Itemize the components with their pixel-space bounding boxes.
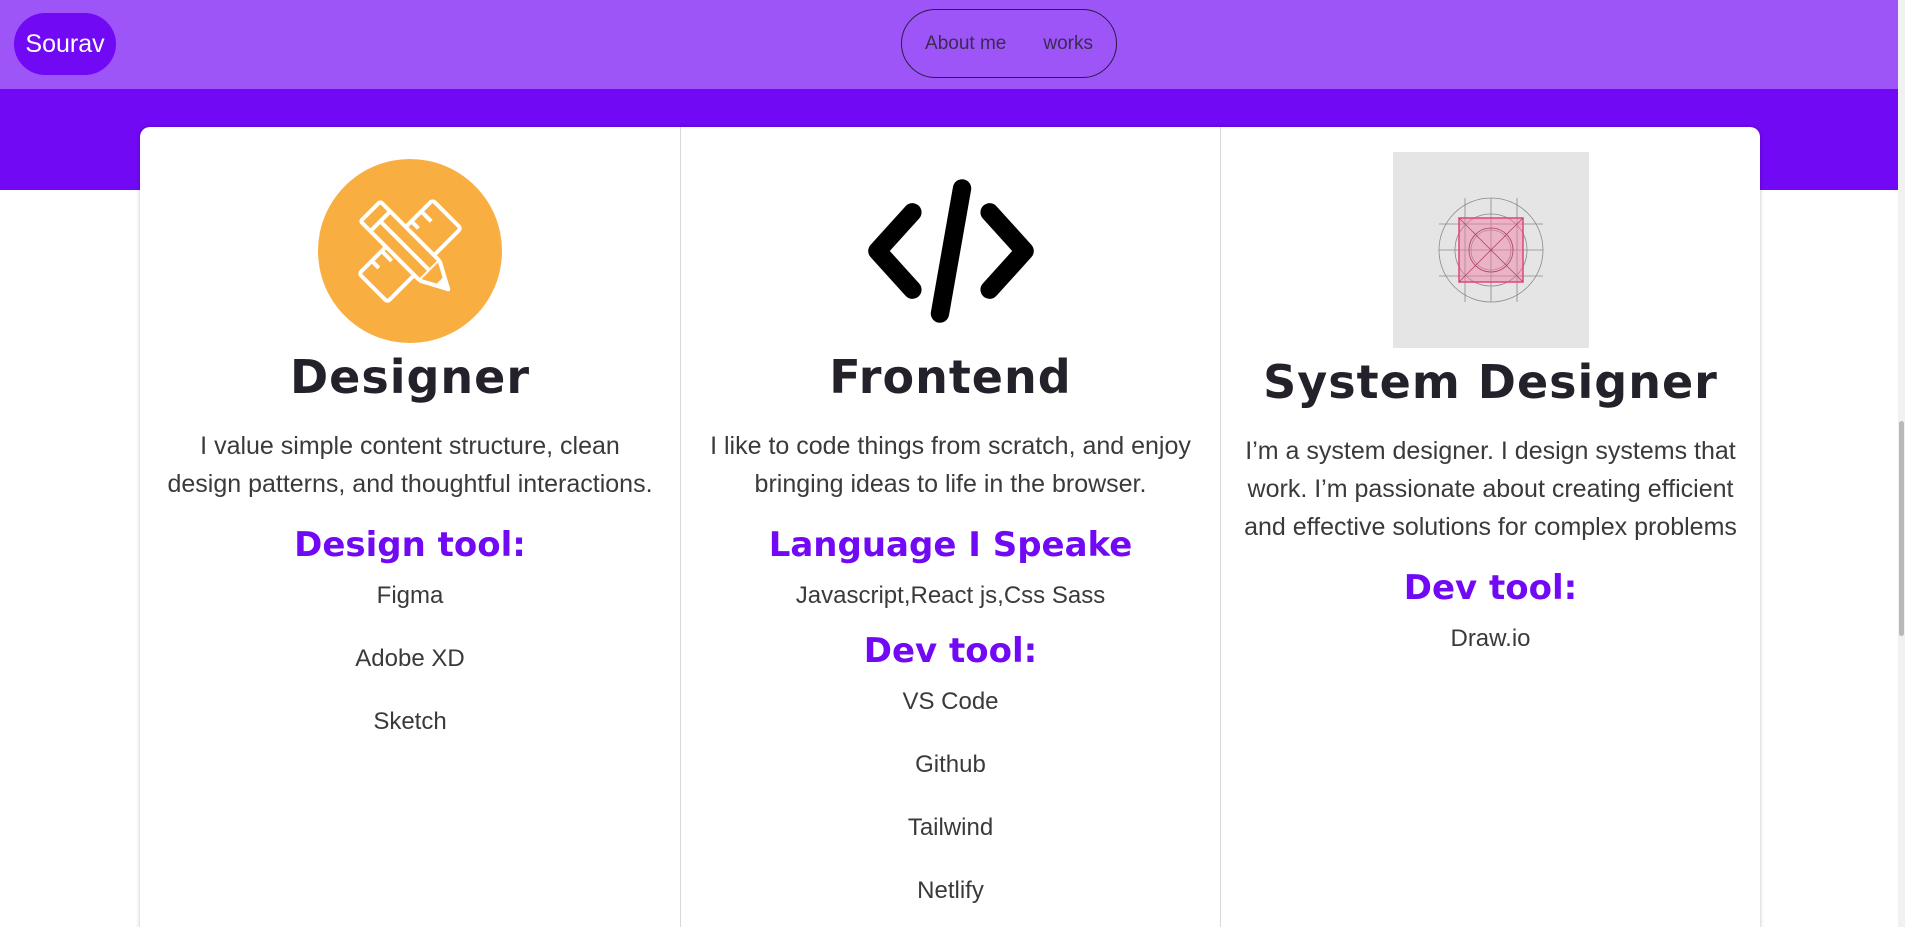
design-tool-list: Figma Adobe XD Sketch [140, 581, 680, 737]
frontend-column: Frontend I like to code things from scra… [680, 127, 1220, 927]
code-brackets-icon [859, 159, 1043, 343]
languages-text: Javascript,React js,Css Sass [795, 582, 1106, 609]
list-item: Draw.io [1450, 625, 1531, 652]
nav-link-about-me[interactable]: About me [925, 33, 1006, 55]
scrollbar[interactable] [1898, 0, 1905, 927]
list-item: Sketch [373, 708, 447, 735]
top-nav: Sourav About me works [0, 0, 1898, 89]
designer-description: I value simple content structure, clean … [167, 432, 653, 498]
designer-column: Designer I value simple content structur… [140, 127, 680, 927]
design-tool-heading: Design tool: [294, 525, 526, 565]
scrollbar-thumb[interactable] [1899, 421, 1904, 636]
design-grid-icon [1392, 152, 1589, 348]
system-designer-column: System Designer I’m a system designer. I… [1220, 127, 1760, 927]
frontend-description: I like to code things from scratch, and … [710, 432, 1191, 498]
nav-link-works[interactable]: works [1043, 33, 1093, 55]
dev-tool-heading: Dev tool: [863, 631, 1038, 671]
list-item: Netlify [917, 877, 984, 904]
list-item: VS Code [902, 688, 999, 715]
list-item: Figma [376, 582, 444, 609]
logo-button[interactable]: Sourav [14, 13, 116, 75]
list-item: Github [915, 751, 986, 778]
pencil-ruler-icon [318, 159, 502, 343]
frontend-tool-list: VS Code Github Tailwind Netlify [681, 687, 1220, 906]
page: Sourav About me works Designer I value s… [0, 0, 1905, 927]
system-tool-list: Draw.io [1221, 624, 1760, 654]
list-item: Adobe XD [355, 645, 465, 672]
system-designer-description: I’m a system designer. I design systems … [1244, 437, 1737, 541]
skills-card: Designer I value simple content structur… [140, 127, 1760, 927]
system-dev-tool-heading: Dev tool: [1403, 568, 1578, 608]
list-item: Tailwind [907, 814, 994, 841]
designer-title: Designer [289, 350, 531, 404]
system-designer-title: System Designer [1263, 355, 1718, 409]
frontend-title: Frontend [829, 350, 1072, 404]
nav-links: About me works [901, 9, 1117, 78]
language-heading: Language I Speake [768, 525, 1133, 565]
